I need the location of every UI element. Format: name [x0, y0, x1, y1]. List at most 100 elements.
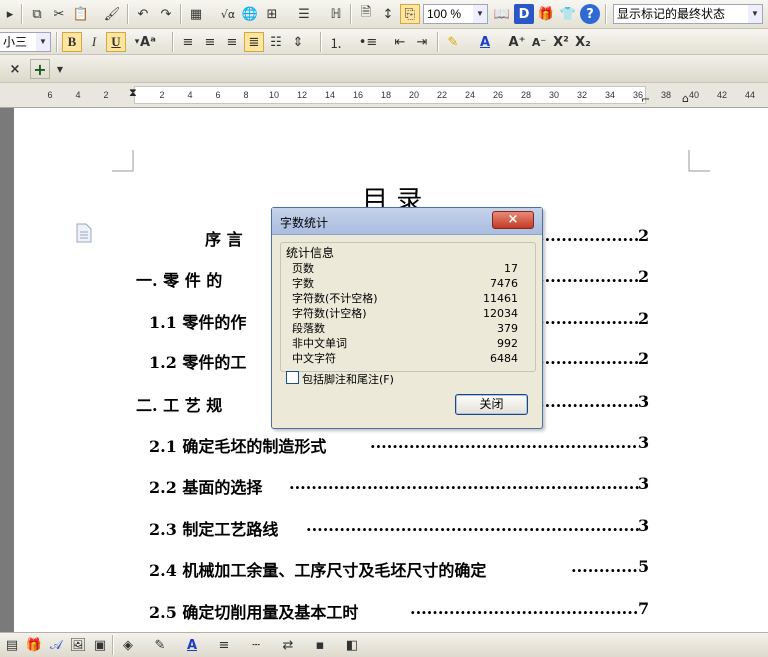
toolbar-handle-icon[interactable]: ▸	[0, 4, 20, 24]
hyperlink-globe-icon[interactable]: 🌐	[240, 4, 260, 24]
align-right-icon[interactable]: ≡	[222, 32, 242, 52]
chevron-down-icon[interactable]: ▼	[748, 5, 762, 23]
line-style-icon[interactable]: ≡	[214, 635, 234, 655]
increase-indent-icon[interactable]: ⇥	[412, 32, 432, 52]
format-painter-icon[interactable]: 🖌	[102, 4, 122, 24]
skin-shirt-icon[interactable]: 👕	[558, 4, 578, 24]
chevron-down-icon[interactable]: ▼	[50, 59, 70, 79]
close-tab-icon[interactable]: ×	[5, 59, 25, 79]
toc-entry-label[interactable]: 1.2 零件的工	[149, 349, 246, 373]
stat-row: 字数 7476	[292, 277, 518, 291]
gift-icon[interactable]: 🎁	[536, 4, 556, 24]
shrink-font-icon[interactable]: A⁻	[529, 32, 549, 52]
grow-font-icon[interactable]: A⁺	[507, 32, 527, 52]
numbering-icon[interactable]: ⒈	[326, 32, 346, 52]
toc-entry-label[interactable]: 2.2 基面的选择	[149, 474, 262, 498]
ruler-tick: 2	[103, 90, 109, 100]
first-line-indent-marker[interactable]: ⧗	[129, 86, 137, 100]
bold-button[interactable]: B	[62, 32, 82, 52]
formula-icon[interactable]: √α	[218, 4, 238, 24]
toc-entry-label[interactable]: 二. 工 艺 规	[136, 392, 222, 416]
toc-entry-label[interactable]: 一. 零 件 的	[136, 267, 222, 291]
subscript-button[interactable]: X₂	[573, 32, 593, 52]
cut-icon[interactable]: ✂	[49, 4, 69, 24]
justify-icon[interactable]: ≣	[244, 32, 264, 52]
font-color-icon[interactable]: A	[475, 32, 495, 52]
paste-icon[interactable]: 📋	[71, 4, 91, 24]
ruler-tick: 4	[75, 90, 81, 100]
word-help-icon[interactable]: 📖	[492, 4, 512, 24]
ruler-tick: 10	[268, 90, 280, 100]
chart-icon[interactable]: ℍ	[326, 4, 346, 24]
horizontal-ruler[interactable]: 6 4 2 2 4 6 8 10 12 14 16 18 20 22 24 26…	[0, 83, 768, 108]
text-box-icon[interactable]: ▤	[2, 635, 22, 655]
document-tab-bar: × + ▼	[0, 55, 768, 83]
ruler-tick: 44	[744, 90, 756, 100]
toc-entry-label[interactable]: 2.3 制定工艺路线	[149, 516, 278, 540]
chevron-down-icon[interactable]: ▼	[473, 5, 487, 23]
page-view-icon[interactable]: ⎘	[400, 4, 420, 24]
standard-toolbar: ▸ ⧉ ✂ 📋 🖌 ↶ ↷ ▦ √α 🌐 ⊞ ☰ ℍ 🗎 ↕ ⎘ 100 % ▼…	[0, 0, 768, 29]
toc-page-number: 3	[638, 516, 650, 535]
dialog-titlebar[interactable]: 字数统计 ×	[272, 208, 542, 235]
right-indent-marker[interactable]: ⌐	[641, 93, 650, 106]
arrow-style-icon[interactable]: ⇄	[278, 635, 298, 655]
show-marks-icon[interactable]: ↕	[378, 4, 398, 24]
shadow-style-icon[interactable]: ▪	[310, 635, 330, 655]
document-map-icon[interactable]: 🗎	[356, 4, 376, 24]
undo-icon[interactable]: ↶	[133, 4, 153, 24]
wordart-icon[interactable]: 𝒜	[46, 635, 66, 655]
help-icon[interactable]: ?	[580, 4, 600, 24]
ruler-tick: 6	[47, 90, 53, 100]
include-footnotes-label[interactable]: 包括脚注和尾注(F)	[302, 371, 394, 387]
fill-color-icon[interactable]: ◈	[118, 635, 138, 655]
toc-entry-label[interactable]: 1.1 零件的作	[149, 309, 246, 333]
table-insert-icon[interactable]: ▦	[186, 4, 206, 24]
italic-button[interactable]: I	[84, 32, 104, 52]
highlight-icon[interactable]: ✎	[443, 32, 463, 52]
redo-icon[interactable]: ↷	[156, 4, 176, 24]
toc-leader-dots: ..............................	[539, 226, 639, 245]
copy-icon[interactable]: ⧉	[27, 4, 47, 24]
zoom-select[interactable]: 100 % ▼	[423, 4, 488, 24]
underline-button[interactable]: U	[106, 32, 126, 52]
bullets-icon[interactable]: •≡	[358, 32, 378, 52]
close-icon[interactable]: ×	[492, 211, 534, 229]
insert-picture-icon[interactable]: 🖼	[68, 635, 88, 655]
include-footnotes-checkbox[interactable]	[286, 371, 299, 384]
align-left-icon[interactable]: ≡	[178, 32, 198, 52]
drawing-toolbar: ▤ 🎁 𝒜 🖼 ▣ ◈ ✎ A ≡ ┄ ⇄ ▪ ◧	[0, 632, 768, 657]
insert-table-icon[interactable]: ⊞	[262, 4, 282, 24]
toc-leader-dots: ..............................	[539, 349, 639, 368]
toc-entry-label[interactable]: 序 言	[205, 226, 243, 250]
char-scale-icon[interactable]: Aᵃ	[138, 32, 158, 52]
separator	[180, 4, 182, 24]
font-color-icon[interactable]: A	[182, 635, 202, 655]
statistics-group-label: 统计信息	[284, 244, 337, 261]
toc-entry-label[interactable]: 2.4 机械加工余量、工序尺寸及毛坯尺寸的确定	[149, 557, 486, 581]
font-size-select[interactable]: 小三 ▼	[0, 32, 51, 52]
new-tab-button[interactable]: +	[30, 59, 50, 79]
markup-display-value: 显示标记的最终状态	[617, 7, 726, 21]
line-spacing-icon[interactable]: ⇕	[288, 32, 308, 52]
d-icon[interactable]: D	[514, 4, 534, 24]
align-center-icon[interactable]: ≡	[200, 32, 220, 52]
line-color-icon[interactable]: ✎	[150, 635, 170, 655]
close-button[interactable]: 关闭	[455, 394, 528, 415]
clipart-icon[interactable]: 🎁	[24, 635, 44, 655]
ruler-tick: 34	[604, 90, 616, 100]
columns-icon[interactable]: ☰	[294, 4, 314, 24]
distributed-align-icon[interactable]: ☷	[266, 32, 286, 52]
dash-style-icon[interactable]: ┄	[246, 635, 266, 655]
decrease-indent-icon[interactable]: ⇤	[390, 32, 410, 52]
toc-entry-label[interactable]: 2.5 确定切削用量及基本工时	[149, 599, 358, 623]
toc-entry-label[interactable]: 2.1 确定毛坯的制造形式	[149, 433, 326, 457]
superscript-button[interactable]: X²	[551, 32, 571, 52]
3d-style-icon[interactable]: ◧	[342, 635, 362, 655]
insert-image-icon[interactable]: ▣	[90, 635, 110, 655]
toc-page-number: 5	[638, 557, 650, 576]
tab-stop-marker[interactable]: ⌂	[682, 92, 689, 105]
toc-leader-dots: ........................................…	[306, 516, 639, 535]
chevron-down-icon[interactable]: ▼	[36, 33, 50, 51]
markup-display-select[interactable]: 显示标记的最终状态 ▼	[613, 4, 763, 24]
